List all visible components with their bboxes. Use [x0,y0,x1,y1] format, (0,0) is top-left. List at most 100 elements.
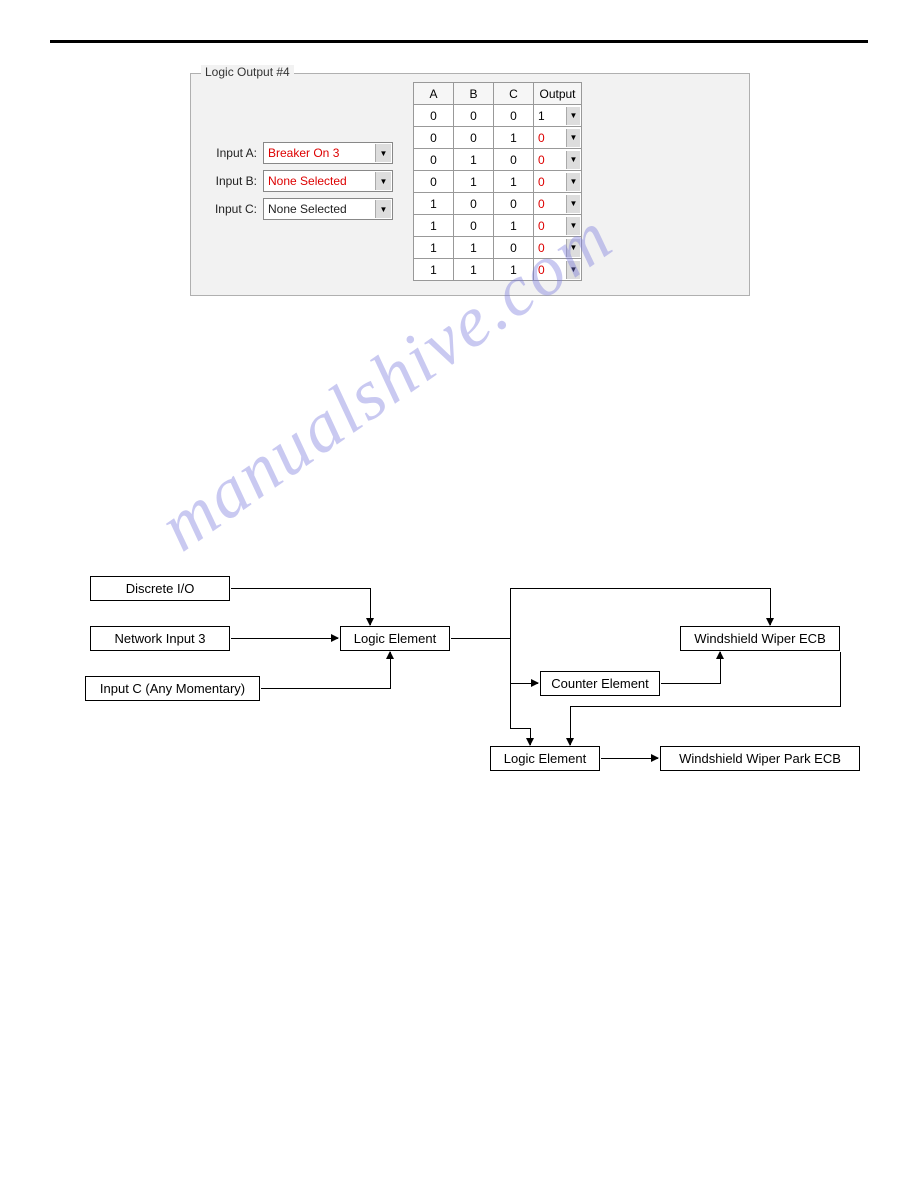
input-c-value: None Selected [268,202,347,216]
output-select-7[interactable]: 0▼ [534,259,582,281]
cell-a: 1 [414,259,454,281]
connector [510,588,770,589]
truth-table: A B C Output 0 0 0 1▼ 0 0 1 0▼ [413,82,582,281]
input-c-label: Input C: [203,202,263,216]
box-counter-element: Counter Element [540,671,660,696]
cell-b: 1 [454,149,494,171]
connector-arrow [370,588,371,625]
chevron-down-icon: ▼ [566,239,580,257]
input-b-value: None Selected [268,174,347,188]
cell-b: 1 [454,259,494,281]
input-a-label: Input A: [203,146,263,160]
output-select-2[interactable]: 0▼ [534,149,582,171]
cell-a: 1 [414,215,454,237]
input-c-row: Input C: None Selected ▼ [203,198,393,220]
connector [510,728,531,729]
table-row: 1 0 1 0▼ [414,215,582,237]
cell-a: 0 [414,149,454,171]
cell-c: 1 [494,259,534,281]
table-row: 0 0 0 1▼ [414,105,582,127]
table-row: 0 0 1 0▼ [414,127,582,149]
table-row: 1 1 0 0▼ [414,237,582,259]
table-row: 1 1 1 0▼ [414,259,582,281]
table-row: 1 0 0 0▼ [414,193,582,215]
cell-c: 0 [494,105,534,127]
cell-b: 0 [454,105,494,127]
chevron-down-icon: ▼ [566,217,580,235]
connector-arrow [570,706,571,745]
box-discrete-io: Discrete I/O [90,576,230,601]
box-logic-element-2: Logic Element [490,746,600,771]
box-windshield-wiper-park-ecb: Windshield Wiper Park ECB [660,746,860,771]
cell-a: 0 [414,127,454,149]
cell-c: 0 [494,237,534,259]
cell-b: 1 [454,171,494,193]
connector [510,683,511,728]
cell-b: 1 [454,237,494,259]
chevron-down-icon: ▼ [375,172,391,190]
input-b-row: Input B: None Selected ▼ [203,170,393,192]
cell-c: 1 [494,171,534,193]
connector [261,688,390,689]
box-logic-element-1: Logic Element [340,626,450,651]
table-row: 0 1 1 0▼ [414,171,582,193]
connector-arrow [720,652,721,684]
cell-a: 1 [414,237,454,259]
chevron-down-icon: ▼ [566,107,580,125]
connector [510,638,511,683]
connector-arrow [390,652,391,689]
cell-b: 0 [454,127,494,149]
chevron-down-icon: ▼ [566,151,580,169]
input-a-row: Input A: Breaker On 3 ▼ [203,142,393,164]
table-row: 0 1 0 0▼ [414,149,582,171]
panel-title: Logic Output #4 [201,65,294,79]
output-select-3[interactable]: 0▼ [534,171,582,193]
cell-a: 1 [414,193,454,215]
box-network-input-3: Network Input 3 [90,626,230,651]
header-b: B [454,83,494,105]
input-a-value: Breaker On 3 [268,146,339,160]
flow-diagram: Discrete I/O Network Input 3 Input C (An… [70,576,868,826]
input-b-label: Input B: [203,174,263,188]
input-c-select[interactable]: None Selected ▼ [263,198,393,220]
chevron-down-icon: ▼ [566,261,580,279]
cell-c: 1 [494,127,534,149]
cell-a: 0 [414,171,454,193]
connector-arrow [601,758,658,759]
output-select-6[interactable]: 0▼ [534,237,582,259]
cell-c: 0 [494,149,534,171]
output-select-5[interactable]: 0▼ [534,215,582,237]
logic-output-panel: Logic Output #4 Input A: Breaker On 3 ▼ … [190,73,750,296]
connector [231,588,370,589]
table-header-row: A B C Output [414,83,582,105]
connector-arrow [510,683,538,684]
cell-c: 1 [494,215,534,237]
connector-arrow [231,638,338,639]
connector [451,638,511,639]
header-output: Output [534,83,582,105]
chevron-down-icon: ▼ [566,173,580,191]
box-input-c-momentary: Input C (Any Momentary) [85,676,260,701]
header-a: A [414,83,454,105]
box-windshield-wiper-ecb: Windshield Wiper ECB [680,626,840,651]
connector [661,683,720,684]
input-b-select[interactable]: None Selected ▼ [263,170,393,192]
cell-c: 0 [494,193,534,215]
output-select-1[interactable]: 0▼ [534,127,582,149]
connector [840,652,841,706]
cell-b: 0 [454,215,494,237]
chevron-down-icon: ▼ [375,144,391,162]
output-select-0[interactable]: 1▼ [534,105,582,127]
inputs-column: Input A: Breaker On 3 ▼ Input B: None Se… [203,142,393,226]
connector [570,706,841,707]
cell-b: 0 [454,193,494,215]
header-rule [50,40,868,43]
chevron-down-icon: ▼ [566,195,580,213]
header-c: C [494,83,534,105]
connector-arrow [530,728,531,745]
output-select-4[interactable]: 0▼ [534,193,582,215]
chevron-down-icon: ▼ [375,200,391,218]
connector [510,588,511,639]
input-a-select[interactable]: Breaker On 3 ▼ [263,142,393,164]
cell-a: 0 [414,105,454,127]
